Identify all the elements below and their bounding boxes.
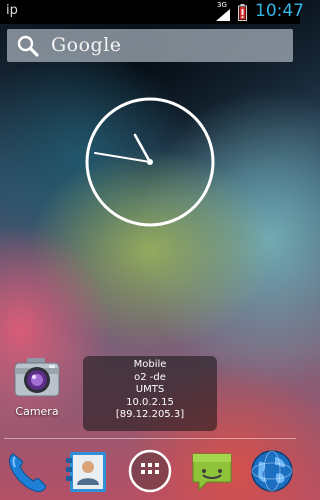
network-line-type: UMTS (135, 384, 165, 395)
app-drawer-icon[interactable] (127, 448, 173, 494)
network-line-local-ip: 10.0.2.15 (126, 396, 174, 408)
clock-center (147, 159, 153, 165)
camera-label: Camera (15, 405, 59, 418)
status-time: 10:47 (255, 1, 304, 21)
status-bar: ip 3G 10:47 (0, 0, 304, 24)
network-info-widget[interactable]: Mobile o2 -de UMTS 10.0.2.15 [89.12.205.… (83, 356, 217, 431)
analog-clock-widget[interactable] (84, 96, 216, 228)
camera-icon (14, 358, 60, 397)
network-type-label: 3G (217, 1, 227, 9)
google-search-bar[interactable]: Google (7, 29, 293, 62)
dock-divider (4, 438, 296, 439)
search-bar-label: Google (51, 34, 122, 56)
messaging-icon[interactable] (189, 448, 235, 494)
signal-icon (216, 9, 230, 21)
browser-icon[interactable] (249, 448, 295, 494)
phone-icon[interactable] (4, 448, 50, 494)
clock-minute-hand (94, 152, 151, 163)
camera-shortcut[interactable]: Camera (8, 352, 66, 427)
network-line-mode: Mobile (133, 359, 167, 370)
network-line-operator: o2 -de (134, 371, 166, 383)
network-line-public-ip: [89.12.205.3] (115, 409, 185, 420)
search-icon (17, 35, 39, 57)
contacts-icon[interactable] (64, 448, 110, 494)
status-left-text: ip (6, 3, 18, 18)
battery-icon (238, 4, 247, 21)
clock-hour-hand (133, 133, 152, 164)
